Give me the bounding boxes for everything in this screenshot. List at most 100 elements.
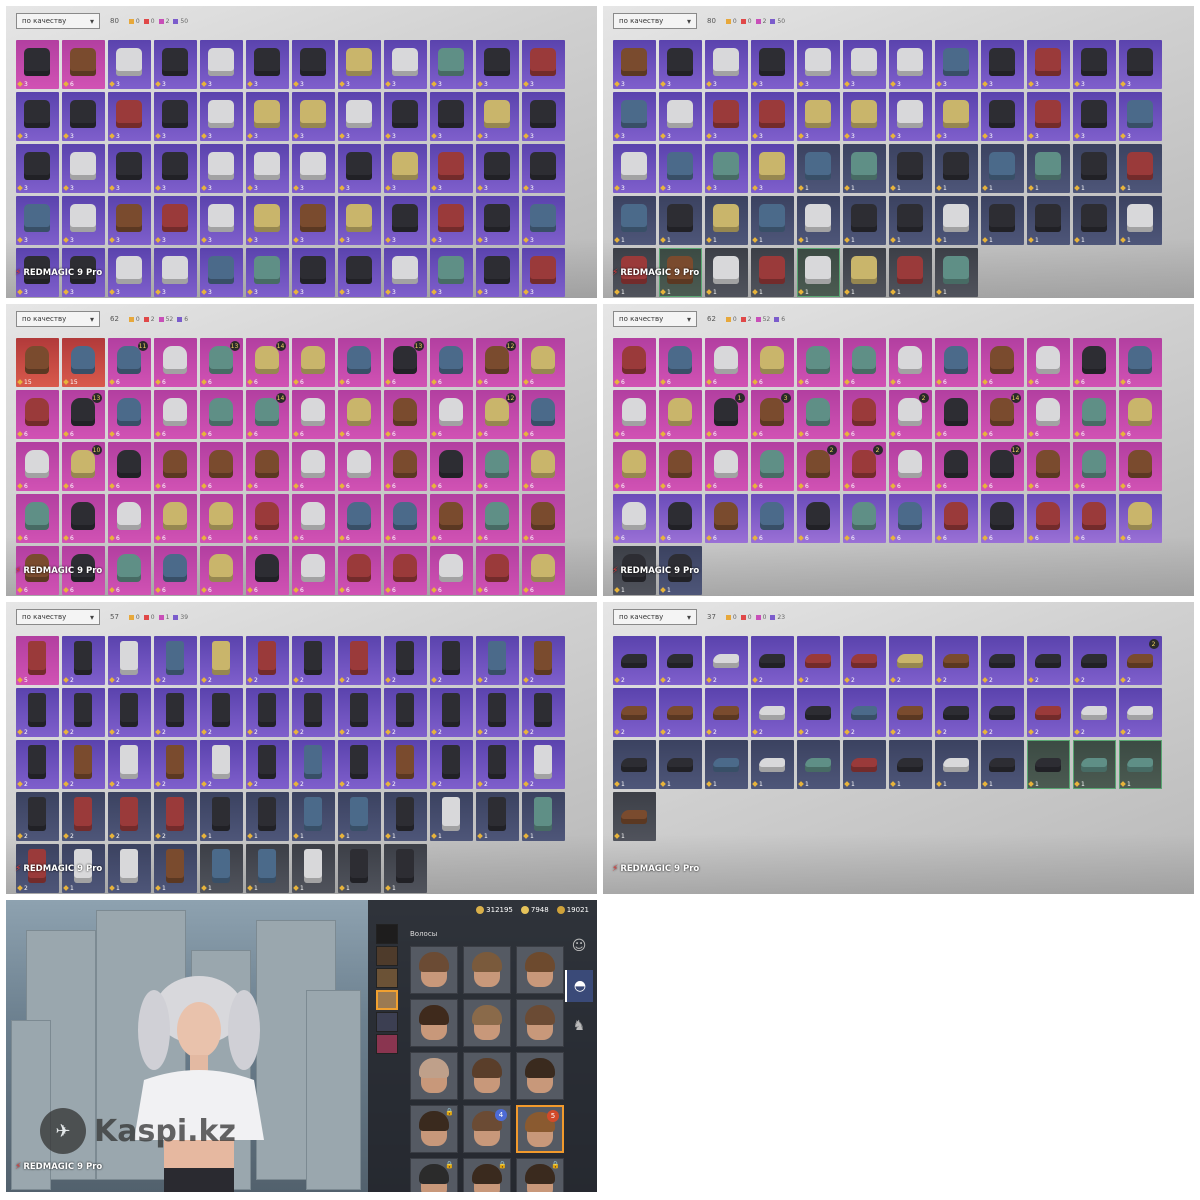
- inventory-item-slot[interactable]: 6 12: [476, 338, 519, 387]
- inventory-item-slot[interactable]: 2: [430, 688, 473, 737]
- inventory-item-slot[interactable]: 3: [522, 92, 565, 141]
- hair-color-swatch[interactable]: [376, 1012, 398, 1032]
- inventory-item-slot[interactable]: 62: [797, 442, 840, 491]
- inventory-item-slot[interactable]: 2: [659, 688, 702, 737]
- inventory-item-slot[interactable]: 1: [1073, 144, 1116, 193]
- inventory-item-slot[interactable]: 2: [705, 688, 748, 737]
- inventory-item-slot[interactable]: 6: [246, 442, 289, 491]
- inventory-item-slot[interactable]: 3: [843, 40, 886, 89]
- inventory-item-slot[interactable]: 6: [843, 494, 886, 543]
- inventory-item-slot[interactable]: 6: [430, 494, 473, 543]
- inventory-item-slot[interactable]: 1: [843, 196, 886, 245]
- inventory-item-slot[interactable]: 1: [797, 248, 840, 297]
- hair-icon[interactable]: ◓: [565, 970, 593, 1002]
- inventory-item-slot[interactable]: 2: [108, 740, 151, 789]
- inventory-item-slot[interactable]: 6: [292, 494, 335, 543]
- inventory-item-slot[interactable]: 6: [613, 390, 656, 439]
- inventory-item-slot[interactable]: 6 13: [62, 390, 105, 439]
- inventory-item-slot[interactable]: 6: [16, 494, 59, 543]
- inventory-item-slot[interactable]: 2: [797, 636, 840, 685]
- inventory-item-slot[interactable]: 6: [1073, 442, 1116, 491]
- inventory-item-slot[interactable]: 2: [659, 636, 702, 685]
- inventory-item-slot[interactable]: 3: [522, 196, 565, 245]
- inventory-item-slot[interactable]: 2: [154, 792, 197, 841]
- inventory-item-slot[interactable]: 1: [981, 144, 1024, 193]
- inventory-item-slot[interactable]: 1: [889, 248, 932, 297]
- inventory-item-slot[interactable]: 1: [705, 196, 748, 245]
- inventory-item-slot[interactable]: 6: [659, 442, 702, 491]
- inventory-item-slot[interactable]: 3: [1027, 40, 1070, 89]
- inventory-item-slot[interactable]: 63: [751, 390, 794, 439]
- inventory-item-slot[interactable]: 3: [338, 248, 381, 297]
- inventory-item-slot[interactable]: 6 12: [981, 442, 1024, 491]
- inventory-item-slot[interactable]: 2: [292, 688, 335, 737]
- inventory-item-slot[interactable]: 1: [1119, 740, 1162, 789]
- inventory-item-slot[interactable]: 3: [1027, 92, 1070, 141]
- inventory-item-slot[interactable]: 6: [935, 494, 978, 543]
- inventory-item-slot[interactable]: 6 14: [981, 390, 1024, 439]
- inventory-item-slot[interactable]: 3: [16, 92, 59, 141]
- hair-color-swatch[interactable]: [376, 924, 398, 944]
- inventory-item-slot[interactable]: 1: [200, 844, 243, 893]
- inventory-item-slot[interactable]: 6: [430, 442, 473, 491]
- inventory-item-slot[interactable]: 3: [16, 144, 59, 193]
- inventory-item-slot[interactable]: 3: [384, 40, 427, 89]
- inventory-item-slot[interactable]: 1: [659, 196, 702, 245]
- inventory-item-slot[interactable]: 3: [935, 40, 978, 89]
- sort-dropdown[interactable]: по качеству ▾: [613, 311, 697, 327]
- hair-style-option[interactable]: [463, 999, 511, 1047]
- inventory-item-slot[interactable]: 6: [1027, 494, 1070, 543]
- inventory-item-slot[interactable]: 2: [200, 740, 243, 789]
- inventory-item-slot[interactable]: 6: [797, 494, 840, 543]
- inventory-item-slot[interactable]: 1: [889, 144, 932, 193]
- inventory-item-slot[interactable]: 3: [384, 248, 427, 297]
- inventory-item-slot[interactable]: 62: [889, 390, 932, 439]
- inventory-item-slot[interactable]: 6: [108, 390, 151, 439]
- inventory-item-slot[interactable]: 6 13: [200, 338, 243, 387]
- sort-dropdown[interactable]: по качеству ▾: [16, 13, 100, 29]
- inventory-item-slot[interactable]: 3: [659, 92, 702, 141]
- inventory-item-slot[interactable]: 2: [246, 636, 289, 685]
- inventory-item-slot[interactable]: 3: [154, 196, 197, 245]
- inventory-item-slot[interactable]: 3: [1073, 40, 1116, 89]
- inventory-item-slot[interactable]: 6: [16, 442, 59, 491]
- inventory-item-slot[interactable]: 6: [705, 494, 748, 543]
- inventory-item-slot[interactable]: 3: [246, 248, 289, 297]
- hair-style-option[interactable]: 4: [463, 1105, 511, 1153]
- inventory-item-slot[interactable]: 3: [981, 92, 1024, 141]
- inventory-item-slot[interactable]: 3: [338, 40, 381, 89]
- inventory-item-slot[interactable]: 2: [613, 636, 656, 685]
- hair-style-option[interactable]: [410, 946, 458, 994]
- inventory-item-slot[interactable]: 6 11: [108, 338, 151, 387]
- hair-style-option[interactable]: 🔒: [516, 1158, 564, 1192]
- inventory-item-slot[interactable]: 1: [981, 196, 1024, 245]
- inventory-item-slot[interactable]: 6 12: [476, 390, 519, 439]
- hair-style-option[interactable]: 5: [516, 1105, 564, 1153]
- inventory-item-slot[interactable]: 6: [200, 390, 243, 439]
- inventory-item-slot[interactable]: 1: [1073, 740, 1116, 789]
- inventory-item-slot[interactable]: 3: [246, 40, 289, 89]
- inventory-item-slot[interactable]: 6: [154, 546, 197, 595]
- inventory-item-slot[interactable]: 3: [200, 92, 243, 141]
- inventory-item-slot[interactable]: 6: [384, 442, 427, 491]
- inventory-item-slot[interactable]: 6: [292, 390, 335, 439]
- inventory-item-slot[interactable]: 2: [981, 636, 1024, 685]
- inventory-item-slot[interactable]: 6: [338, 546, 381, 595]
- inventory-item-slot[interactable]: 3: [62, 196, 105, 245]
- inventory-item-slot[interactable]: 3: [384, 144, 427, 193]
- inventory-item-slot[interactable]: 6: [843, 390, 886, 439]
- inventory-item-slot[interactable]: 6: [1027, 390, 1070, 439]
- inventory-item-slot[interactable]: 3: [246, 196, 289, 245]
- inventory-item-slot[interactable]: 3: [430, 144, 473, 193]
- inventory-item-slot[interactable]: 2: [154, 688, 197, 737]
- hair-color-swatch[interactable]: [376, 1034, 398, 1054]
- inventory-item-slot[interactable]: 3: [889, 40, 932, 89]
- inventory-item-slot[interactable]: 6: [705, 442, 748, 491]
- inventory-item-slot[interactable]: 6: [613, 494, 656, 543]
- inventory-item-slot[interactable]: 6: [246, 494, 289, 543]
- inventory-item-slot[interactable]: 2: [751, 688, 794, 737]
- inventory-item-slot[interactable]: 6: [476, 442, 519, 491]
- inventory-item-slot[interactable]: 6: [659, 338, 702, 387]
- inventory-item-slot[interactable]: 3: [522, 40, 565, 89]
- inventory-item-slot[interactable]: 2: [384, 740, 427, 789]
